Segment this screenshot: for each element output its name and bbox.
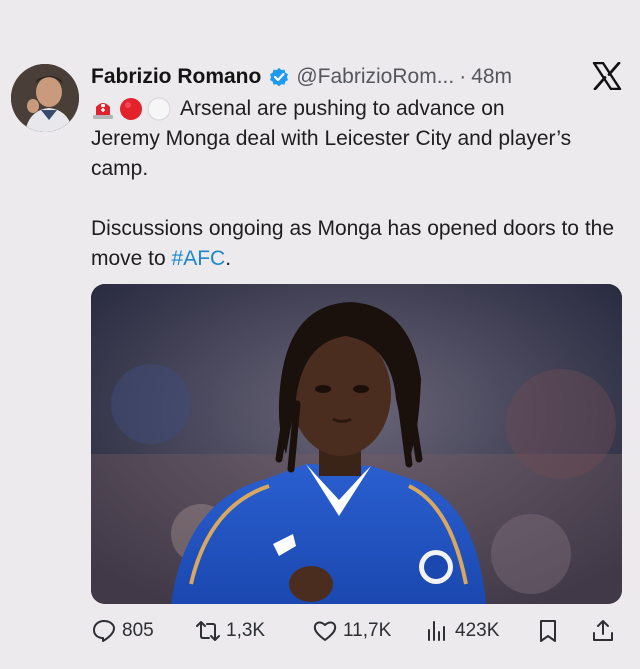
share-button[interactable] <box>590 614 621 648</box>
share-icon <box>593 620 613 641</box>
reply-count: 805 <box>122 620 154 641</box>
tweet-line-1: Arsenal are pushing to advance on <box>180 97 505 120</box>
repost-button[interactable]: 1,3K <box>195 614 265 648</box>
x-logo-icon <box>592 61 622 91</box>
tweet-text: Arsenal are pushing to advance on Jeremy… <box>91 94 626 274</box>
handle[interactable]: @FabrizioRom... <box>296 65 454 89</box>
verified-badge-icon <box>268 66 290 88</box>
white-circle-emoji-icon <box>147 97 171 121</box>
siren-emoji-icon <box>91 97 115 121</box>
tweet-line-3: camp. <box>91 157 149 180</box>
views-icon <box>428 621 445 641</box>
tweet-paragraph-2-text: Discussions ongoing as Monga has opened … <box>91 217 615 270</box>
tweet-image[interactable] <box>91 284 622 604</box>
views-count: 423K <box>455 620 500 641</box>
tweet-card: Fabrizio Romano @FabrizioRom... · 48m Ar… <box>0 0 640 669</box>
like-button[interactable]: 11,7K <box>312 614 391 648</box>
repost-count: 1,3K <box>226 620 266 641</box>
tweet-paragraph-2: Discussions ongoing as Monga has opened … <box>91 214 626 274</box>
like-count: 11,7K <box>343 620 392 641</box>
tweet-paragraph-2-end: . <box>225 247 232 270</box>
bookmark-button[interactable] <box>535 614 566 648</box>
reply-button[interactable]: 805 <box>91 614 154 648</box>
tweet-line-2: Jeremy Monga deal with Leicester City an… <box>91 127 572 150</box>
avatar[interactable] <box>11 64 79 132</box>
red-circle-emoji-icon <box>119 97 143 121</box>
action-bar: 805 1,3K 11,7K 423K <box>91 614 626 648</box>
repost-icon <box>196 621 220 641</box>
heart-icon <box>313 621 337 641</box>
bookmark-icon <box>540 620 556 642</box>
hashtag-link[interactable]: #AFC <box>172 247 226 270</box>
separator-dot: · <box>459 65 467 88</box>
reply-icon <box>93 620 115 642</box>
tweet-header: Fabrizio Romano @FabrizioRom... · 48m <box>91 62 512 92</box>
timestamp[interactable]: 48m <box>471 65 512 89</box>
views-button[interactable]: 423K <box>424 614 499 648</box>
display-name[interactable]: Fabrizio Romano <box>91 65 261 89</box>
